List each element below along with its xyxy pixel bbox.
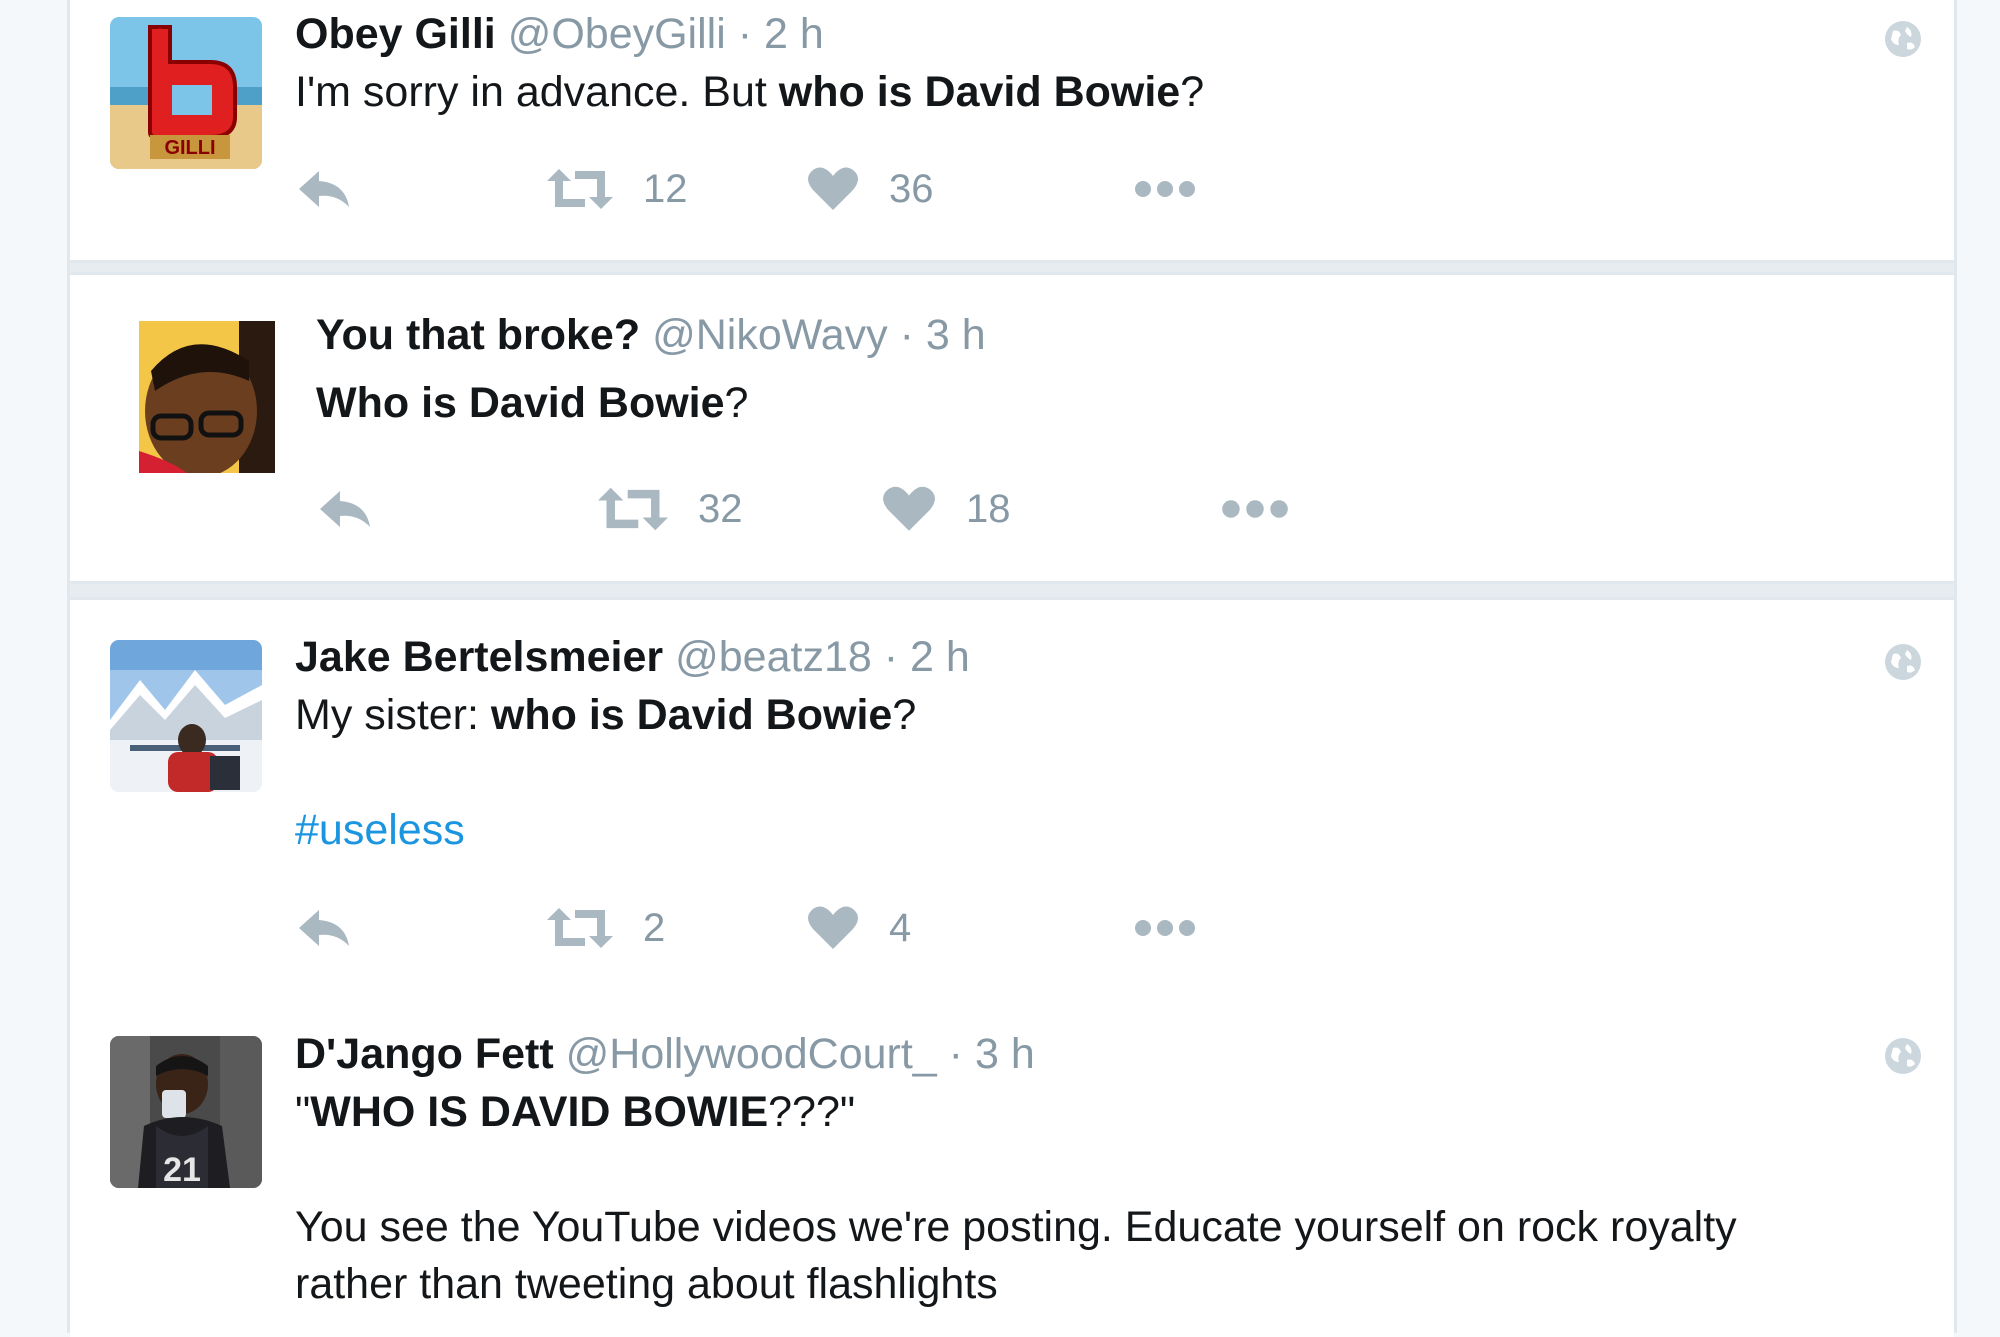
display-name[interactable]: You that broke? bbox=[316, 311, 640, 359]
reply-button[interactable] bbox=[316, 479, 374, 539]
separator-dot: · bbox=[883, 633, 899, 681]
like-count: 4 bbox=[889, 905, 912, 950]
tweet-text-line: rather than tweeting about flashlights bbox=[295, 1260, 998, 1308]
timestamp[interactable]: 2 h bbox=[910, 633, 970, 681]
display-name[interactable]: D'Jango Fett bbox=[295, 1030, 554, 1078]
like-button[interactable]: 18 bbox=[882, 479, 1011, 539]
more-icon bbox=[1135, 920, 1195, 936]
tweet-actions: 12 36 bbox=[295, 159, 1295, 219]
tweet-header: D'Jango Fett @HollywoodCourt_ · 3 h bbox=[295, 1029, 1035, 1079]
timestamp[interactable]: 2 h bbox=[764, 10, 824, 58]
timestamp[interactable]: 3 h bbox=[975, 1030, 1035, 1078]
globe-icon bbox=[1885, 644, 1921, 680]
more-icon bbox=[1135, 181, 1195, 197]
retweet-count: 2 bbox=[643, 905, 666, 950]
user-handle[interactable]: @NikoWavy bbox=[652, 311, 888, 359]
svg-text:GILLI: GILLI bbox=[164, 137, 215, 159]
avatar[interactable]: 21 bbox=[110, 1036, 262, 1188]
tweet-header: Jake Bertelsmeier @beatz18 · 2 h bbox=[295, 632, 970, 682]
user-handle[interactable]: @beatz18 bbox=[675, 633, 872, 681]
retweet-button[interactable]: 12 bbox=[547, 159, 688, 219]
like-count: 36 bbox=[889, 166, 934, 211]
separator-dot: · bbox=[899, 311, 914, 359]
like-button[interactable]: 36 bbox=[807, 159, 934, 219]
globe-icon bbox=[1885, 21, 1921, 57]
heart-icon bbox=[808, 906, 858, 949]
reply-icon bbox=[299, 171, 349, 207]
more-button[interactable] bbox=[1220, 479, 1290, 539]
avatar[interactable] bbox=[131, 321, 283, 473]
tweet-text: My sister: who is David Bowie? bbox=[295, 691, 917, 739]
reply-button[interactable] bbox=[295, 159, 353, 219]
tweet-card[interactable]: GILLI Obey Gilli @ObeyGilli · 2 h I'm so… bbox=[70, 0, 1954, 263]
more-button[interactable] bbox=[1133, 159, 1197, 219]
user-handle[interactable]: @ObeyGilli bbox=[508, 10, 726, 58]
display-name[interactable]: Obey Gilli bbox=[295, 10, 496, 58]
tweet-card[interactable]: Jake Bertelsmeier @beatz18 · 2 h My sist… bbox=[70, 597, 1954, 1000]
more-button[interactable] bbox=[1133, 898, 1197, 958]
retweet-icon bbox=[598, 487, 668, 531]
separator-dot: · bbox=[948, 1030, 963, 1078]
reply-icon bbox=[320, 491, 370, 527]
tweet-card[interactable]: 21 D'Jango Fett @HollywoodCourt_ · 3 h "… bbox=[70, 997, 1954, 1337]
tweet-header: Obey Gilli @ObeyGilli · 2 h bbox=[295, 9, 824, 59]
reply-button[interactable] bbox=[295, 898, 353, 958]
heart-icon bbox=[808, 167, 858, 210]
reply-icon bbox=[299, 910, 349, 946]
retweet-icon bbox=[547, 908, 613, 948]
retweet-button[interactable]: 32 bbox=[598, 479, 743, 539]
tweet-header: You that broke? @NikoWavy · 3 h bbox=[316, 310, 986, 360]
tweet-actions: 2 4 bbox=[295, 898, 1295, 958]
avatar[interactable] bbox=[110, 640, 262, 792]
tweet-text: I'm sorry in advance. But who is David B… bbox=[295, 68, 1205, 116]
more-icon bbox=[1222, 500, 1288, 518]
like-count: 18 bbox=[966, 486, 1011, 531]
retweet-icon bbox=[547, 169, 613, 209]
retweet-count: 12 bbox=[643, 166, 688, 211]
tweet-text-line: You see the YouTube videos we're posting… bbox=[295, 1203, 1737, 1251]
globe-icon bbox=[1885, 1038, 1921, 1074]
separator-dot: · bbox=[737, 10, 753, 58]
avatar[interactable]: GILLI bbox=[110, 17, 262, 169]
timeline: GILLI Obey Gilli @ObeyGilli · 2 h I'm so… bbox=[67, 0, 1957, 1337]
svg-text:21: 21 bbox=[163, 1151, 201, 1188]
heart-icon bbox=[883, 486, 935, 531]
tweet-card[interactable]: You that broke? @NikoWavy · 3 h Who is D… bbox=[70, 272, 1954, 584]
like-button[interactable]: 4 bbox=[807, 898, 911, 958]
retweet-button[interactable]: 2 bbox=[547, 898, 665, 958]
user-handle[interactable]: @HollywoodCourt_ bbox=[566, 1030, 937, 1078]
tweet-text: Who is David Bowie? bbox=[316, 379, 749, 427]
timestamp[interactable]: 3 h bbox=[926, 311, 986, 359]
tweet-actions: 32 18 bbox=[316, 479, 1316, 539]
display-name[interactable]: Jake Bertelsmeier bbox=[295, 633, 663, 681]
hashtag-link[interactable]: #useless bbox=[295, 801, 465, 859]
tweet-text: "WHO IS DAVID BOWIE???" bbox=[295, 1088, 856, 1136]
retweet-count: 32 bbox=[698, 486, 743, 531]
